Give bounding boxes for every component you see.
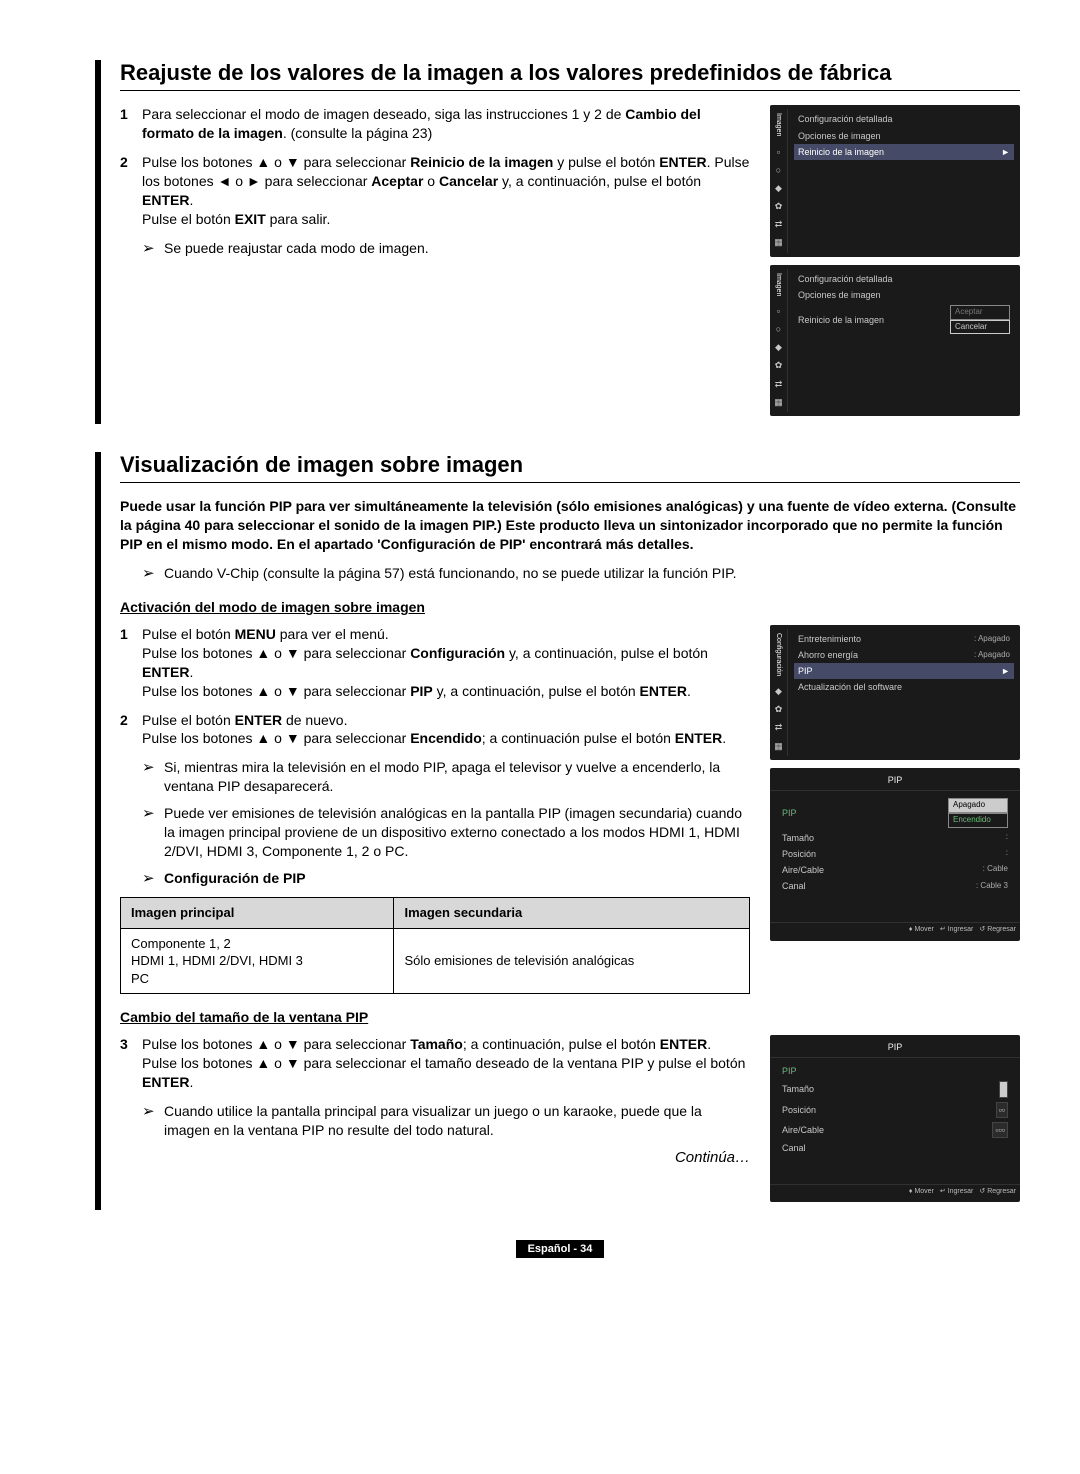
heading-2: Visualización de imagen sobre imagen	[120, 452, 523, 478]
section-picture-reset: Reajuste de los valores de la imagen a l…	[100, 60, 1020, 424]
pip-size-large-icon: ▫	[999, 1081, 1008, 1097]
section-pip: Visualización de imagen sobre imagen Pue…	[100, 452, 1020, 1211]
osd-menu-pip-1: PIP PIP Apagado Encendido Tamaño: Posici…	[770, 768, 1020, 941]
note-pip-off: ➢Si, mientras mira la televisión en el m…	[120, 758, 750, 796]
pip-size-triple-icon: ▫▫▫	[992, 1122, 1008, 1138]
input-icon: ⇄	[775, 378, 783, 390]
gear-icon: ✿	[775, 359, 783, 371]
gear-icon: ✿	[775, 703, 783, 715]
drop-icon: ◆	[775, 341, 782, 353]
gear-icon: ✿	[775, 200, 783, 212]
pip-config-table: Imagen principalImagen secundaria Compon…	[120, 897, 750, 994]
pip-step-2: 2 Pulse el botón ENTER de nuevo. Pulse l…	[120, 711, 750, 749]
drop-icon: ◆	[775, 182, 782, 194]
chevron-right-icon: ►	[1001, 146, 1010, 158]
chevron-right-icon: ►	[1001, 665, 1010, 677]
note-pip-sources: ➢Puede ver emisiones de televisión analó…	[120, 804, 750, 861]
pip-step-3: 3 Pulse los botones ▲ o ▼ para seleccion…	[120, 1035, 750, 1092]
pip-intro-text: Puede usar la función PIP para ver simul…	[120, 497, 1020, 554]
input-icon: ⇄	[775, 721, 783, 733]
app-icon: ▦	[774, 236, 783, 248]
page-footer: Español - 34	[100, 1238, 1020, 1257]
osd-menu-2: Imagen ▫ ○ ◆ ✿ ⇄ ▦ Configuración detalla…	[770, 265, 1020, 416]
instructions-left: 1 Para seleccionar el modo de imagen des…	[120, 105, 750, 423]
continues-label: Continúa…	[120, 1148, 750, 1168]
osd-menu-config: Configuración ◆ ✿ ⇄ ▦ Entretenimiento: A…	[770, 625, 1020, 760]
step-2: 2 Pulse los botones ▲ o ▼ para seleccion…	[120, 153, 750, 229]
subhead-pip-size: Cambio del tamaño de la ventana PIP	[120, 1008, 1020, 1027]
clock-icon: ○	[776, 323, 781, 335]
app-icon: ▦	[774, 740, 783, 752]
osd-menu-pip-2: PIP PIP Tamaño▫ Posición▫▫ Aire/Cable▫▫▫…	[770, 1035, 1020, 1202]
tv-icon: ▫	[777, 146, 780, 158]
pip-step-1: 1 Pulse el botón MENU para ver el menú. …	[120, 625, 750, 701]
note-vchip: ➢Cuando V-Chip (consulte la página 57) e…	[120, 564, 1020, 584]
app-icon: ▦	[774, 396, 783, 408]
input-icon: ⇄	[775, 218, 783, 230]
pip-size-split-icon: ▫▫	[996, 1102, 1008, 1118]
tv-icon: ▫	[777, 305, 780, 317]
heading-1: Reajuste de los valores de la imagen a l…	[120, 60, 892, 86]
note-pip-unnatural: ➢Cuando utilice la pantalla principal pa…	[120, 1102, 750, 1140]
drop-icon: ◆	[775, 685, 782, 697]
note-readjust: ➢Se puede reajustar cada modo de imagen.	[120, 239, 750, 259]
step-1: 1 Para seleccionar el modo de imagen des…	[120, 105, 750, 143]
osd-menu-1: Imagen ▫ ○ ◆ ✿ ⇄ ▦ Configuración detalla…	[770, 105, 1020, 256]
subhead-pip-config: ➢Configuración de PIP	[120, 869, 750, 889]
subhead-activate-pip: Activación del modo de imagen sobre imag…	[120, 598, 1020, 617]
clock-icon: ○	[776, 164, 781, 176]
